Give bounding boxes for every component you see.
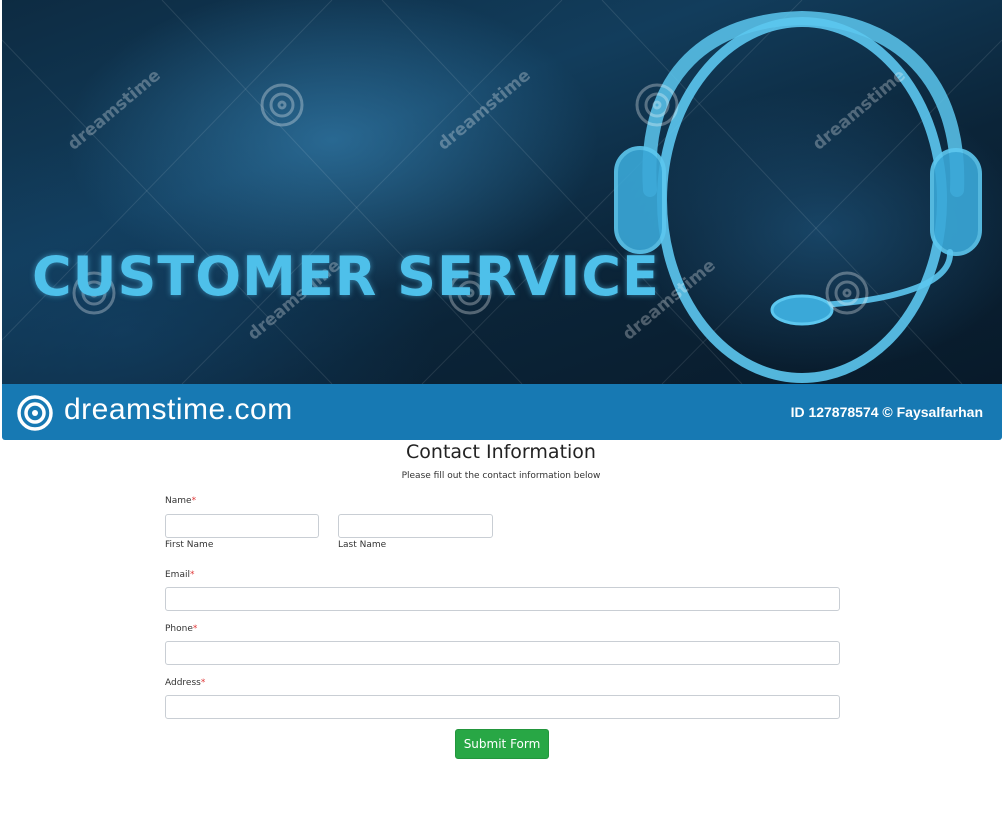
email-label-text: Email [165, 570, 190, 580]
required-asterisk: * [191, 496, 197, 506]
brand-name: dreamstime.com [64, 393, 293, 426]
address-label-text: Address [165, 678, 201, 688]
dreamstime-logo-icon [17, 395, 53, 431]
first-name-input[interactable] [165, 514, 319, 538]
phone-label-text: Phone [165, 624, 193, 634]
first-name-label: First Name [165, 540, 214, 550]
form-title: Contact Information [406, 441, 596, 463]
image-credit: ID 127878574 © Faysalfarhan [790, 404, 983, 420]
address-label: Address* [165, 678, 205, 688]
phone-label: Phone* [165, 624, 197, 634]
form-subtitle: Please fill out the contact information … [401, 471, 601, 481]
banner-artwork [2, 0, 1002, 384]
banner-image: dreamstime dreamstime dreamstime dreamst… [2, 0, 1002, 384]
banner-headline: CUSTOMER SERVICE [32, 245, 660, 308]
customer-service-banner: dreamstime dreamstime dreamstime dreamst… [2, 0, 1002, 440]
name-label-text: Name [165, 496, 192, 506]
last-name-label: Last Name [338, 540, 387, 550]
last-name-input[interactable] [338, 514, 493, 538]
required-asterisk: * [200, 678, 206, 688]
name-label: Name* [165, 496, 196, 506]
banner-footer-bar: dreamstime.com ID 127878574 © Faysalfarh… [2, 384, 1002, 440]
email-field[interactable] [165, 587, 840, 611]
submit-form-button[interactable]: Submit Form [455, 729, 549, 759]
required-asterisk: * [192, 624, 198, 634]
email-label: Email* [165, 570, 194, 580]
required-asterisk: * [189, 570, 195, 580]
phone-field[interactable] [165, 641, 840, 665]
headset-icon [614, 10, 982, 383]
address-field[interactable] [165, 695, 840, 719]
